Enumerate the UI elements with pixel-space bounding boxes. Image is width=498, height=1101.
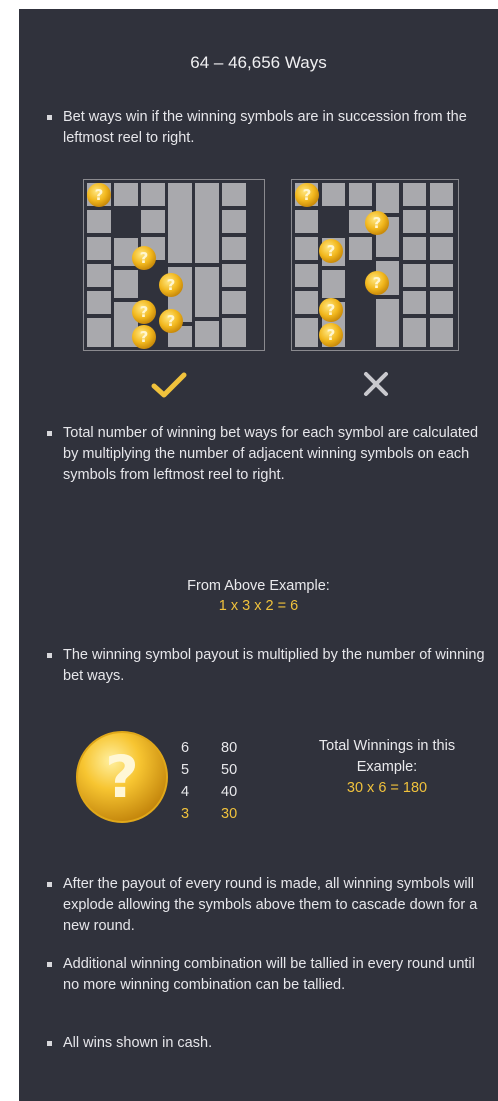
- question-coin-icon: ?: [319, 298, 343, 322]
- bullet-icon: [47, 115, 52, 120]
- rule-cash: All wins shown in cash.: [35, 1033, 490, 1054]
- page-title: 64 – 46,656 Ways: [190, 53, 327, 72]
- svg-text:?: ?: [140, 303, 149, 321]
- svg-text:?: ?: [327, 242, 336, 260]
- checkmark-icon: [151, 371, 187, 404]
- total-winnings-label-2: Example:: [356, 759, 418, 775]
- question-coin-icon: ?: [132, 300, 156, 324]
- rule-payout: The winning symbol payout is multiplied …: [35, 645, 490, 687]
- reel-diagram-valid: ? ? ? ? ? ?: [83, 179, 265, 351]
- total-winnings-formula: 30 x 6 = 180: [346, 780, 428, 796]
- rule-calculation: Total number of winning bet ways for eac…: [35, 423, 490, 486]
- question-coin-icon: ?: [319, 323, 343, 347]
- bullet-icon: [47, 653, 52, 658]
- cross-icon: [363, 371, 389, 402]
- bullet-icon: [47, 882, 52, 887]
- paytable-row-highlighted: 3 30: [181, 806, 238, 822]
- svg-text:?: ?: [140, 249, 149, 267]
- question-coin-icon: ?: [87, 183, 111, 207]
- rule-tally: Additional winning combination will be t…: [35, 954, 490, 996]
- example-formula: 1 x 3 x 2 = 6: [218, 598, 299, 614]
- question-coin-icon: ?: [132, 325, 156, 349]
- question-coin-icon: ?: [159, 309, 183, 333]
- question-coin-icon: ?: [319, 239, 343, 263]
- rule-cascade: After the payout of every round is made,…: [35, 874, 490, 937]
- paytable-row: 4 40: [181, 784, 238, 800]
- svg-text:?: ?: [327, 301, 336, 319]
- paytable-row: 5 50: [181, 762, 238, 778]
- svg-text:?: ?: [95, 186, 104, 204]
- bullet-icon: [47, 962, 52, 967]
- question-coin-icon: ?: [74, 729, 170, 830]
- total-winnings-label: Total Winnings in this: [318, 738, 456, 754]
- paytable: 6 80 5 50 4 40 3 30: [181, 737, 261, 825]
- question-coin-icon: ?: [365, 271, 389, 295]
- rules-panel: 64 – 46,656 Ways Bet ways win if the win…: [19, 9, 498, 1101]
- svg-text:?: ?: [140, 328, 149, 346]
- total-winnings: Total Winnings in this Example: 30 x 6 =…: [287, 736, 487, 799]
- question-coin-icon: ?: [295, 183, 319, 207]
- svg-text:?: ?: [373, 274, 382, 292]
- question-coin-icon: ?: [159, 273, 183, 297]
- svg-text:?: ?: [373, 214, 382, 232]
- reel-diagram-invalid: ? ? ? ? ? ?: [291, 179, 459, 351]
- svg-text:?: ?: [167, 276, 176, 294]
- svg-text:?: ?: [327, 326, 336, 344]
- question-coin-icon: ?: [132, 246, 156, 270]
- question-coin-icon: ?: [365, 211, 389, 235]
- rule-succession: Bet ways win if the winning symbols are …: [35, 107, 490, 149]
- paytable-row: 6 80: [181, 740, 238, 756]
- example-heading: From Above Example:: [187, 578, 330, 594]
- bullet-icon: [47, 431, 52, 436]
- bullet-icon: [47, 1041, 52, 1046]
- svg-text:?: ?: [105, 743, 139, 811]
- svg-text:?: ?: [303, 186, 312, 204]
- svg-text:?: ?: [167, 312, 176, 330]
